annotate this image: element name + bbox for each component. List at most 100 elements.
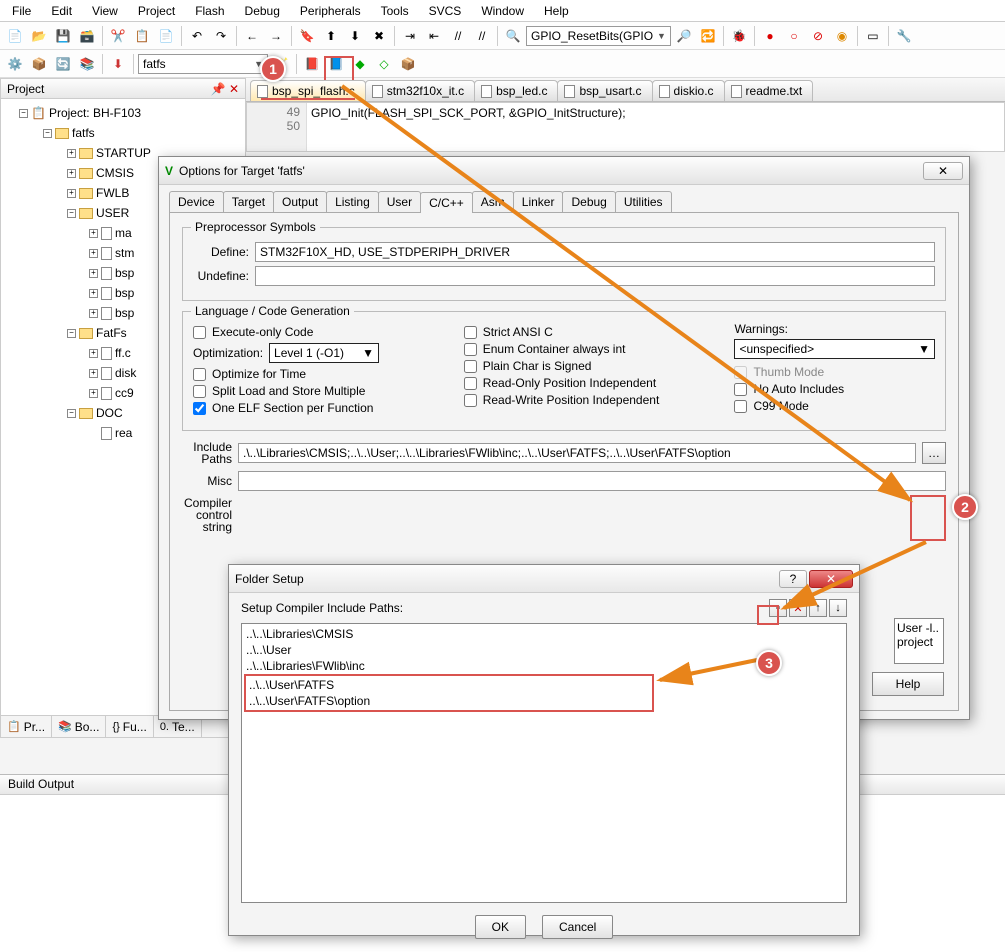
editor-tab-active[interactable]: bsp_spi_flash.c — [250, 80, 366, 101]
manage-books-icon[interactable]: 📕 — [301, 53, 323, 75]
debug-icon[interactable]: 🐞 — [728, 25, 750, 47]
paste-icon[interactable]: 📄 — [155, 25, 177, 47]
code-text[interactable]: GPIO_Init(FLASH_SPI_SCK_PORT, &GPIO_Init… — [307, 103, 1004, 151]
new-file-icon[interactable]: 📄 — [4, 25, 26, 47]
manage-multi-icon[interactable]: ◇ — [373, 53, 395, 75]
strict-ansi-check[interactable]: Strict ANSI C — [464, 325, 715, 339]
include-paths-browse[interactable]: … — [922, 442, 946, 464]
tab-listing[interactable]: Listing — [326, 191, 379, 212]
tab-books[interactable]: 📚 Bo... — [52, 716, 106, 737]
execute-only-check[interactable]: Execute-only Code — [193, 325, 444, 339]
target-combo[interactable]: fatfs▼ — [138, 54, 268, 74]
bookmark-icon[interactable]: 🔖 — [296, 25, 318, 47]
plain-char-check[interactable]: Plain Char is Signed — [464, 359, 715, 373]
uncomment-icon[interactable]: // — [471, 25, 493, 47]
bookmark-clear-icon[interactable]: ✖ — [368, 25, 390, 47]
undefine-input[interactable] — [255, 266, 935, 286]
build-icon[interactable]: 📦 — [28, 53, 50, 75]
pack-installer-icon[interactable]: 📦 — [397, 53, 419, 75]
split-load-check[interactable]: Split Load and Store Multiple — [193, 384, 444, 398]
outdent-icon[interactable]: ⇤ — [423, 25, 445, 47]
menu-view[interactable]: View — [84, 2, 126, 20]
folder-path-item[interactable]: ..\..\Libraries\CMSIS — [244, 626, 844, 642]
folder-dialog-help[interactable]: ? — [779, 570, 807, 588]
close-icon[interactable]: ✕ — [229, 82, 239, 96]
tab-c-cpp[interactable]: C/C++ — [420, 192, 473, 213]
folder-new-icon[interactable]: ▫ — [769, 599, 787, 617]
tab-asm[interactable]: Asm — [472, 191, 514, 212]
nav-fwd-icon[interactable]: → — [265, 25, 287, 47]
menu-window[interactable]: Window — [473, 2, 532, 20]
code-editor[interactable]: 4950 GPIO_Init(FLASH_SPI_SCK_PORT, &GPIO… — [246, 102, 1005, 152]
redo-icon[interactable]: ↷ — [210, 25, 232, 47]
folder-dialog-close[interactable]: ✕ — [809, 570, 853, 588]
tree-root[interactable]: −📋Project: BH-F103 — [5, 103, 241, 123]
editor-tab[interactable]: stm32f10x_it.c — [365, 80, 475, 101]
menu-project[interactable]: Project — [130, 2, 183, 20]
rw-pi-check[interactable]: Read-Write Position Independent — [464, 393, 715, 407]
file-ext-icon[interactable]: 📘 — [325, 53, 347, 75]
rebuild-icon[interactable]: 🔄 — [52, 53, 74, 75]
include-paths-input[interactable]: .\..\Libraries\CMSIS;..\..\User;..\..\Li… — [238, 443, 916, 463]
bookmark-prev-icon[interactable]: ⬆ — [320, 25, 342, 47]
editor-tab[interactable]: bsp_usart.c — [557, 80, 652, 101]
comment-icon[interactable]: // — [447, 25, 469, 47]
breakpoint-disable-icon[interactable]: ○ — [783, 25, 805, 47]
misc-input[interactable] — [238, 471, 946, 491]
one-elf-check[interactable]: One ELF Section per Function — [193, 401, 444, 415]
menu-svcs[interactable]: SVCS — [421, 2, 470, 20]
folder-path-item[interactable]: ..\..\Libraries\FWlib\inc — [244, 658, 844, 674]
menu-help[interactable]: Help — [536, 2, 577, 20]
breakpoint-kill-icon[interactable]: ⊘ — [807, 25, 829, 47]
menu-flash[interactable]: Flash — [187, 2, 232, 20]
breakpoint-all-icon[interactable]: ◉ — [831, 25, 853, 47]
options-dialog-close[interactable]: ✕ — [923, 162, 963, 180]
folder-delete-icon[interactable]: ✕ — [789, 599, 807, 617]
warnings-select[interactable]: <unspecified>▼ — [734, 339, 935, 359]
save-icon[interactable]: 💾 — [52, 25, 74, 47]
open-icon[interactable]: 📂 — [28, 25, 50, 47]
tab-linker[interactable]: Linker — [513, 191, 564, 212]
menu-debug[interactable]: Debug — [237, 2, 288, 20]
folder-up-icon[interactable]: ↑ — [809, 599, 827, 617]
folder-path-item[interactable]: ..\..\User — [244, 642, 844, 658]
bookmark-next-icon[interactable]: ⬇ — [344, 25, 366, 47]
tab-utilities[interactable]: Utilities — [615, 191, 672, 212]
optimize-time-check[interactable]: Optimize for Time — [193, 367, 444, 381]
replace-icon[interactable]: 🔁 — [697, 25, 719, 47]
side-list[interactable]: User -l.. project — [894, 618, 944, 664]
folder-ok-button[interactable]: OK — [475, 915, 526, 939]
menu-file[interactable]: File — [4, 2, 39, 20]
editor-tab[interactable]: readme.txt — [724, 80, 814, 101]
menu-edit[interactable]: Edit — [43, 2, 80, 20]
menu-peripherals[interactable]: Peripherals — [292, 2, 369, 20]
menu-tools[interactable]: Tools — [373, 2, 417, 20]
tab-project[interactable]: 📋 Pr... — [1, 716, 52, 737]
enum-container-check[interactable]: Enum Container always int — [464, 342, 715, 356]
define-input[interactable]: STM32F10X_HD, USE_STDPERIPH_DRIVER — [255, 242, 935, 262]
find-icon[interactable]: 🔍 — [502, 25, 524, 47]
breakpoint-icon[interactable]: ● — [759, 25, 781, 47]
tab-device[interactable]: Device — [169, 191, 224, 212]
folder-down-icon[interactable]: ↓ — [829, 599, 847, 617]
ro-pi-check[interactable]: Read-Only Position Independent — [464, 376, 715, 390]
cut-icon[interactable]: ✂️ — [107, 25, 129, 47]
configure-icon[interactable]: 🔧 — [893, 25, 915, 47]
copy-icon[interactable]: 📋 — [131, 25, 153, 47]
undo-icon[interactable]: ↶ — [186, 25, 208, 47]
find-combo[interactable]: GPIO_ResetBits(GPIO▼ — [526, 26, 671, 46]
tab-user[interactable]: User — [378, 191, 421, 212]
no-auto-check[interactable]: No Auto Includes — [734, 382, 935, 396]
tab-debug[interactable]: Debug — [562, 191, 615, 212]
help-button[interactable]: Help — [872, 672, 944, 696]
batch-build-icon[interactable]: 📚 — [76, 53, 98, 75]
editor-tab[interactable]: diskio.c — [652, 80, 725, 101]
window-icon[interactable]: ▭ — [862, 25, 884, 47]
tab-functions[interactable]: {} Fu... — [106, 716, 153, 737]
editor-tab[interactable]: bsp_led.c — [474, 80, 558, 101]
translate-icon[interactable]: ⚙️ — [4, 53, 26, 75]
find-next-icon[interactable]: 🔎 — [673, 25, 695, 47]
folder-cancel-button[interactable]: Cancel — [542, 915, 613, 939]
folder-path-item[interactable]: ..\..\User\FATFS\option — [247, 693, 651, 709]
indent-icon[interactable]: ⇥ — [399, 25, 421, 47]
